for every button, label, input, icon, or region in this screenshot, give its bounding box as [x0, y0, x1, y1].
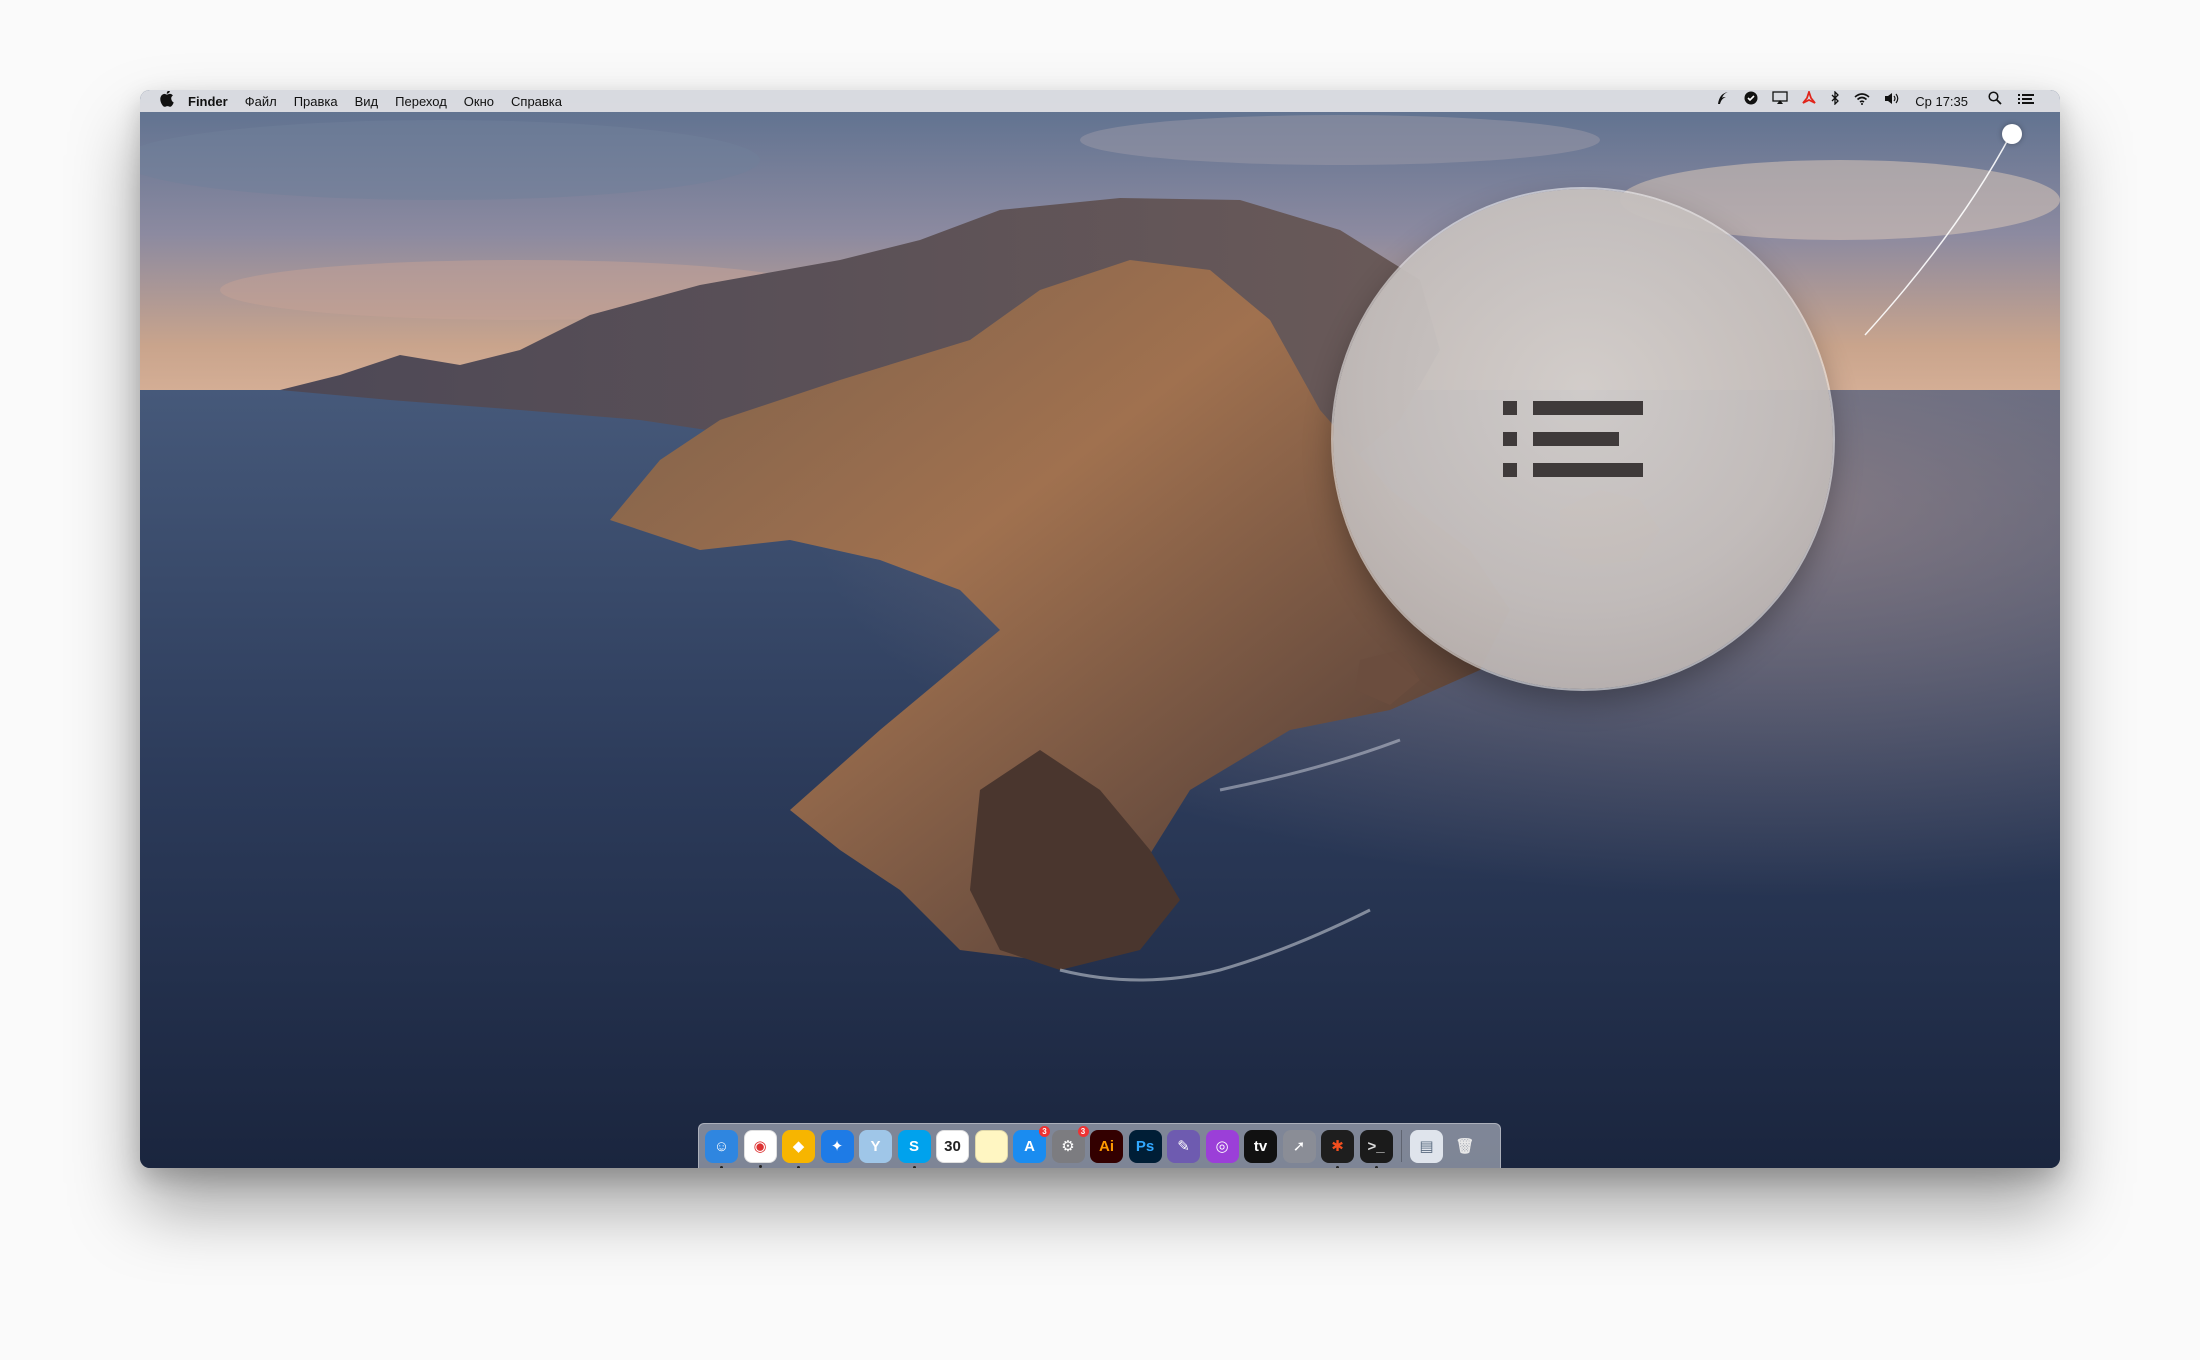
- sketch-icon[interactable]: ◆: [782, 1129, 815, 1168]
- desktop-wallpaper: [140, 90, 2060, 1168]
- podcasts-glyph: ◎: [1215, 1138, 1229, 1155]
- acrobat-icon[interactable]: [1802, 90, 1816, 112]
- skype-glyph: S: [908, 1137, 919, 1155]
- quill-icon[interactable]: ✎: [1167, 1129, 1200, 1163]
- safari-icon[interactable]: ✦: [820, 1129, 854, 1163]
- dock: ☺ ◉ ◆ ✦ Y S 30 A 3 ⚙ 3 Ai Ps ✎ ◎ tv ➚ ✱ >_ ▤ 🗑: [698, 1123, 1501, 1168]
- podcasts-icon[interactable]: ◎: [1205, 1129, 1239, 1163]
- running-indicator: [1336, 1165, 1339, 1168]
- apple-tv-glyph: tv: [1253, 1137, 1268, 1155]
- dock-badge: 3: [1039, 1125, 1050, 1137]
- launchpad-glyph: ➚: [1292, 1138, 1306, 1155]
- calendar-icon[interactable]: 30: [936, 1129, 969, 1163]
- zoom-magnifier: [1333, 189, 1833, 689]
- bluetooth-icon[interactable]: [1830, 90, 1840, 112]
- system-preferences-icon[interactable]: ⚙ 3: [1051, 1125, 1089, 1163]
- menu-help[interactable]: Справка: [511, 94, 562, 109]
- running-indicator: [1374, 1165, 1378, 1168]
- chrome-glyph: ◉: [753, 1138, 767, 1155]
- tweetbot-glyph: Y: [870, 1137, 881, 1155]
- app-store-glyph: A: [1024, 1137, 1035, 1155]
- notification-center-icon[interactable]: [2018, 90, 2034, 112]
- dock-badge: 3: [1077, 1125, 1089, 1137]
- feather-icon[interactable]: [1716, 90, 1730, 112]
- illustrator-icon[interactable]: Ai: [1090, 1129, 1123, 1163]
- launchpad-icon[interactable]: ➚: [1282, 1129, 1316, 1163]
- trash-glyph: 🗑: [1455, 1138, 1475, 1155]
- finder-icon[interactable]: ☺: [705, 1129, 738, 1168]
- menu-window[interactable]: Окно: [464, 94, 494, 109]
- downloads-stack-icon[interactable]: ▤: [1410, 1129, 1443, 1163]
- apple-tv-icon[interactable]: tv: [1244, 1129, 1277, 1163]
- terminal-icon[interactable]: >_: [1359, 1129, 1393, 1168]
- volume-icon[interactable]: [1884, 90, 1901, 112]
- running-indicator: [912, 1165, 916, 1168]
- menu-bar: Finder Файл Правка Вид Переход Окно Спра…: [140, 90, 2060, 112]
- skype-icon[interactable]: S: [897, 1129, 931, 1168]
- finder-glyph: ☺: [713, 1137, 730, 1155]
- figma-glyph: ✱: [1331, 1138, 1344, 1155]
- safari-glyph: ✦: [830, 1138, 844, 1155]
- photoshop-icon[interactable]: Ps: [1128, 1129, 1162, 1163]
- callout-dot: [2002, 124, 2022, 144]
- check-shield-icon[interactable]: [1744, 90, 1758, 112]
- wifi-icon[interactable]: [1854, 90, 1870, 112]
- trash-icon[interactable]: 🗑: [1449, 1130, 1482, 1163]
- downloads-stack-glyph: ▤: [1419, 1138, 1434, 1155]
- calendar-glyph: 30: [944, 1137, 961, 1155]
- running-indicator: [797, 1165, 800, 1168]
- menu-go[interactable]: Переход: [395, 94, 447, 109]
- notification-center-list-icon: [1503, 401, 1643, 477]
- chrome-icon[interactable]: ◉: [743, 1129, 777, 1168]
- menu-edit[interactable]: Правка: [294, 94, 338, 109]
- airplay-icon[interactable]: [1772, 90, 1788, 112]
- menu-view[interactable]: Вид: [355, 94, 379, 109]
- app-store-icon[interactable]: A3: [1013, 1125, 1050, 1163]
- sketch-glyph: ◆: [792, 1138, 805, 1155]
- apple-logo-icon[interactable]: [160, 90, 174, 111]
- quill-glyph: ✎: [1177, 1138, 1190, 1155]
- tweetbot-icon[interactable]: Y: [859, 1129, 892, 1163]
- running-indicator: [720, 1165, 723, 1168]
- system-preferences-glyph: ⚙: [1061, 1138, 1075, 1155]
- menu-file[interactable]: Файл: [245, 94, 277, 109]
- figma-icon[interactable]: ✱: [1321, 1129, 1354, 1168]
- spotlight-search-icon[interactable]: [1988, 90, 2002, 112]
- terminal-glyph: >_: [1367, 1137, 1385, 1155]
- dock-separator: [1401, 1130, 1402, 1162]
- running-indicator: [758, 1164, 762, 1168]
- menu-app-name[interactable]: Finder: [188, 94, 228, 109]
- desktop-screen: Finder Файл Правка Вид Переход Окно Спра…: [140, 90, 2060, 1168]
- illustrator-glyph: Ai: [1099, 1137, 1114, 1155]
- menu-clock[interactable]: Ср 17:35: [1915, 94, 1968, 109]
- notes-icon[interactable]: [974, 1129, 1008, 1163]
- photoshop-glyph: Ps: [1135, 1137, 1155, 1155]
